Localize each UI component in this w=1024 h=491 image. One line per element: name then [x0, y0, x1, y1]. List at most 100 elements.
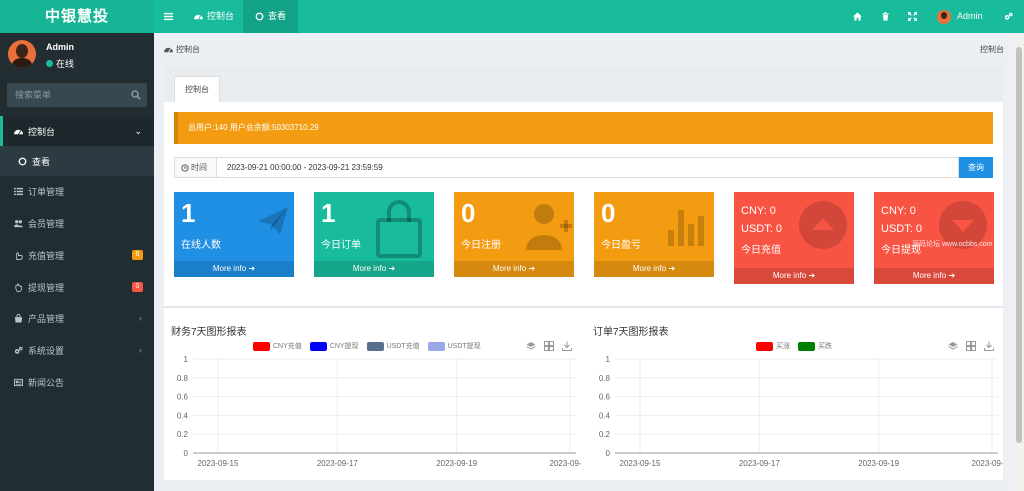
grid-icon[interactable] [966, 341, 976, 351]
card-label: 今日注册 [461, 240, 501, 251]
legend-label: CNY提现 [329, 343, 359, 350]
more-info-link[interactable]: More info ➔ [594, 261, 714, 277]
fullscreen-icon [908, 12, 917, 21]
circle-icon [18, 157, 27, 165]
clock-icon [181, 163, 189, 172]
arrow-circle-right-icon: ➔ [248, 264, 256, 273]
user-plus-icon [526, 204, 572, 250]
card-label: 今日订单 [321, 240, 361, 251]
chevron-down-icon: ⌄ [134, 126, 142, 136]
time-label: 时间 [174, 157, 217, 178]
tab-dashboard[interactable]: 控制台 [186, 0, 242, 33]
legend-swatch [366, 341, 384, 351]
legend-label: USDT提现 [447, 343, 481, 350]
sidebar-item-view[interactable]: 查看 [0, 146, 154, 176]
breadcrumb-current: 控制台 [980, 45, 1004, 54]
y-tick-label: 0.2 [599, 430, 611, 439]
more-info-link[interactable]: More info ➔ [734, 268, 854, 284]
card-label: 今日充值 [741, 245, 781, 256]
sidebar-toggle-button[interactable] [164, 0, 173, 33]
page-scrollbar[interactable] [1014, 33, 1024, 491]
breadcrumb: 控制台 [164, 44, 200, 55]
legend-item[interactable]: 买涨 [756, 341, 790, 351]
settings-button[interactable] [1004, 0, 1013, 33]
clear-cache-button[interactable] [881, 0, 890, 33]
card-online-users: 1 在线人数 More info ➔ [174, 192, 294, 277]
chart-legend: 买涨 买跌 [756, 341, 832, 351]
more-info-link[interactable]: More info ➔ [314, 261, 434, 277]
tab-dashboard-panel[interactable]: 控制台 [174, 76, 220, 102]
search-icon[interactable] [131, 90, 141, 100]
sidebar-item-withdraw[interactable]: 提现管理 0 [0, 272, 154, 302]
sidebar-item-orders[interactable]: 订单管理 [0, 176, 154, 206]
list-icon [14, 187, 23, 195]
card-label: 今日盈亏 [601, 240, 641, 251]
x-tick-label: 2023-09-21 [972, 459, 1003, 468]
status-dot-icon [46, 60, 53, 67]
y-tick-label: 0.6 [599, 393, 611, 402]
dashboard-panel: 控制台 总用户:140 用户总余额:50303710.29 时间 查询 1 在线… [164, 66, 1003, 480]
user-panel: Admin 在线 [0, 33, 154, 75]
fullscreen-button[interactable] [908, 0, 917, 33]
chart-plot-area: 1 0.8 0.6 0.4 0.2 0 2023-09-15 2023-09-17 2023-0… [177, 355, 581, 468]
status-text: 在线 [56, 59, 75, 69]
sidebar-item-members[interactable]: 会员管理 [0, 208, 154, 238]
grid-icon[interactable] [544, 341, 554, 351]
home-button[interactable] [853, 0, 862, 33]
sidebar-user-name: Admin [46, 42, 74, 52]
sidebar-item-news[interactable]: 新闻公告 [0, 367, 154, 397]
brand-logo[interactable]: 中银慧投 [0, 0, 154, 33]
sidebar-item-settings[interactable]: 系统设置 ‹ [0, 335, 154, 365]
x-tick-label: 2023-09-21 [550, 459, 581, 468]
layers-icon[interactable] [526, 341, 536, 351]
online-status: 在线 [46, 57, 74, 70]
more-info-link[interactable]: More info ➔ [454, 261, 574, 277]
scrollbar-thumb[interactable] [1016, 47, 1022, 443]
legend-swatch [253, 341, 270, 351]
sidebar-item-dashboard[interactable]: 控制台 ⌄ [0, 116, 154, 146]
more-info-link[interactable]: More info ➔ [874, 268, 994, 284]
user-menu-name: Admin [957, 11, 983, 21]
arrow-circle-right-icon: ➔ [388, 264, 396, 273]
legend-swatch [798, 341, 815, 351]
more-info-link[interactable]: More info ➔ [174, 261, 294, 277]
y-tick-label: 0.4 [599, 411, 611, 420]
newspaper-icon [14, 378, 23, 386]
chevron-left-icon: ‹ [139, 313, 142, 323]
date-range-input[interactable] [216, 157, 959, 178]
arrow-circle-right-icon: ➔ [948, 271, 956, 280]
tab-view-label: 查看 [268, 11, 287, 21]
legend-item[interactable]: CNY充值 [253, 341, 302, 351]
download-icon[interactable] [984, 341, 994, 351]
sidebar-item-products[interactable]: 产品管理 ‹ [0, 303, 154, 333]
layers-icon[interactable] [948, 341, 958, 351]
user-menu[interactable]: Admin [937, 0, 983, 33]
paper-plane-icon [258, 207, 288, 235]
time-filter: 时间 查询 [174, 157, 993, 178]
legend-item[interactable]: 买跌 [798, 341, 832, 351]
trash-icon [882, 12, 889, 21]
legend-label: USDT充值 [386, 343, 420, 350]
card-label: 在线人数 [181, 240, 221, 251]
menu-search-input[interactable] [7, 83, 122, 107]
legend-item[interactable]: USDT充值 [366, 341, 420, 351]
arrow-circle-up-icon [799, 201, 847, 249]
download-icon[interactable] [562, 341, 572, 351]
legend-item[interactable]: CNY提现 [309, 341, 359, 351]
x-tick-label: 2023-09-15 [198, 459, 239, 468]
sidebar-item-recharge[interactable]: 充值管理 6 [0, 240, 154, 270]
more-info-label: More info [492, 264, 527, 273]
gears-icon [1004, 12, 1013, 20]
card-cny-value: CNY: 0 [741, 205, 776, 217]
y-tick-label: 1 [184, 355, 189, 364]
sidebar-item-label: 提现管理 [28, 282, 65, 293]
query-button[interactable]: 查询 [959, 157, 993, 178]
breadcrumb-label[interactable]: 控制台 [176, 44, 200, 55]
legend-item[interactable]: USDT提现 [427, 341, 481, 351]
main-content: 控制台 控制台 控制台 总用户:140 用户总余额:50303710.29 时间… [154, 33, 1014, 491]
chevron-left-icon: ‹ [139, 345, 142, 355]
y-tick-label: 0.4 [177, 411, 189, 420]
hand-icon [15, 283, 22, 292]
tab-view[interactable]: 查看 [243, 0, 299, 33]
gears-icon [14, 346, 23, 354]
